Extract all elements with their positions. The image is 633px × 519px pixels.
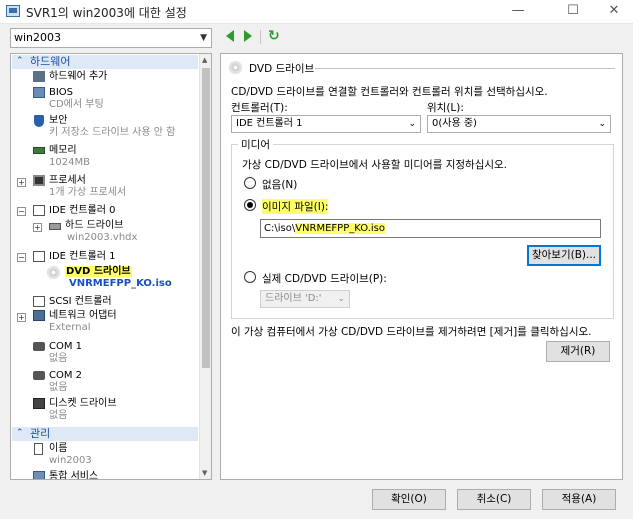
location-select[interactable]: 0(사용 중) ⌄	[427, 115, 611, 133]
tree-item-ide-controller-0[interactable]: IDE 컨트롤러 0	[33, 205, 116, 217]
cancel-button[interactable]: 취소(C)	[457, 489, 531, 510]
remove-description: 이 가상 컴퓨터에서 가상 CD/DVD 드라이브를 제거하려면 [제거]를 클…	[231, 326, 592, 338]
add-hardware-icon	[33, 71, 45, 82]
vm-selector[interactable]: win2003 ▼	[10, 28, 212, 48]
floppy-disk-icon	[33, 398, 45, 409]
physical-drive-select[interactable]: 드라이브 'D:' ⌄	[260, 290, 350, 308]
tree-scrollbar[interactable]: ▲ ▼	[199, 54, 211, 479]
serial-port-icon	[33, 371, 45, 380]
tree-item-memory[interactable]: 메모리 1024MB	[33, 145, 90, 169]
chevron-down-icon: ⌄	[408, 119, 416, 129]
tree-item-scsi-controller[interactable]: SCSI 컨트롤러	[33, 296, 112, 308]
scroll-down-arrow-icon[interactable]: ▼	[202, 469, 207, 477]
media-physical-drive-radio[interactable]	[244, 271, 256, 283]
ok-button[interactable]: 확인(O)	[372, 489, 446, 510]
tree-item-hard-drive[interactable]: 하드 드라이브 win2003.vhdx	[49, 220, 137, 244]
bios-chip-icon	[33, 87, 45, 98]
media-image-file-label[interactable]: 이미지 파일(I):	[262, 199, 329, 214]
tree-item-security[interactable]: 보안 키 저장소 드라이브 사용 안 함	[33, 115, 175, 139]
image-path-folder: C:\iso\	[264, 223, 296, 234]
tree-item-com1[interactable]: COM 1 없음	[33, 341, 82, 365]
apply-button[interactable]: 적용(A)	[542, 489, 616, 510]
media-legend: 미디어	[238, 137, 273, 152]
tree-item-processor[interactable]: 프로세서 1개 가상 프로세서	[33, 175, 126, 199]
media-image-file-radio[interactable]	[244, 199, 256, 211]
tree-item-name[interactable]: 이름 win2003	[33, 443, 92, 467]
chevron-down-icon: ⌄	[598, 119, 606, 129]
forward-arrow-icon[interactable]	[244, 30, 252, 42]
tree-item-network-adapter[interactable]: 네트워크 어댑터 External	[33, 310, 117, 334]
collapse-ide1-toggle[interactable]: −	[17, 253, 26, 262]
serial-port-icon	[33, 342, 45, 351]
image-file-path-input[interactable]: C:\iso\VNRMEFPP_KO.iso	[260, 219, 601, 238]
expand-processor-toggle[interactable]: +	[17, 178, 26, 187]
title-bar: SVR1의 win2003에 대한 설정 — ☐ ✕	[0, 0, 633, 24]
dvd-disc-icon	[47, 266, 60, 279]
collapse-ide0-toggle[interactable]: −	[17, 207, 26, 216]
tree-item-add-hardware[interactable]: 하드웨어 추가	[33, 71, 107, 83]
collapse-chevron-icon: ⌃	[16, 428, 24, 438]
shield-icon	[34, 115, 44, 127]
controller-label: 컨트롤러(T):	[231, 102, 288, 114]
location-label: 위치(L):	[427, 102, 464, 114]
tree-section-hardware[interactable]: ⌃ 하드웨어	[12, 55, 198, 69]
collapse-chevron-icon: ⌃	[16, 56, 24, 66]
expand-network-adapter-toggle[interactable]: +	[17, 313, 26, 322]
expand-harddrive-toggle[interactable]: +	[33, 223, 42, 232]
tree-item-floppy-drive[interactable]: 디스켓 드라이브 없음	[33, 398, 117, 422]
remove-button[interactable]: 제거(R)	[546, 341, 610, 362]
browse-button[interactable]: 찾아보기(B)...	[527, 245, 601, 266]
maximize-button[interactable]: ☐	[550, 0, 596, 24]
tree-scrollbar-thumb[interactable]	[202, 68, 210, 368]
media-physical-drive-label[interactable]: 실제 CD/DVD 드라이브(P):	[262, 271, 387, 286]
media-none-radio[interactable]	[244, 177, 256, 189]
name-document-icon	[34, 443, 43, 455]
network-adapter-icon	[33, 310, 45, 321]
controller-select[interactable]: IDE 컨트롤러 1 ⌄	[231, 115, 421, 133]
integration-services-icon	[33, 471, 45, 479]
settings-window-icon	[6, 5, 20, 17]
scsi-controller-icon	[33, 296, 45, 307]
refresh-icon[interactable]: ↻	[268, 28, 280, 44]
tree-item-ide-controller-1[interactable]: IDE 컨트롤러 1	[33, 251, 116, 263]
media-none-label[interactable]: 없음(N)	[262, 177, 297, 192]
tree-section-management[interactable]: ⌃ 관리	[12, 427, 198, 441]
memory-icon	[33, 147, 45, 154]
ide-controller-icon	[33, 205, 45, 216]
hard-drive-icon	[49, 223, 61, 230]
close-button[interactable]: ✕	[595, 0, 633, 24]
tree-item-dvd-drive[interactable]: DVD 드라이브 VNRMEFPP_KO.iso	[47, 266, 172, 290]
ide-controller-icon	[33, 251, 45, 262]
back-arrow-icon[interactable]	[226, 30, 234, 42]
window-title: SVR1의 win2003에 대한 설정	[26, 6, 187, 20]
minimize-button[interactable]: —	[495, 0, 541, 24]
chevron-down-icon: ▼	[200, 33, 207, 43]
navigation-toolbar: ↻	[222, 28, 622, 48]
media-group: 미디어 가상 CD/DVD 드라이브에서 사용할 미디어를 지정하십시오. 없음…	[231, 137, 614, 319]
toolbar-separator	[260, 30, 261, 44]
media-description: 가상 CD/DVD 드라이브에서 사용할 미디어를 지정하십시오.	[242, 159, 508, 171]
scroll-up-arrow-icon[interactable]: ▲	[202, 56, 207, 64]
image-path-filename: VNRMEFPP_KO.iso	[295, 223, 385, 234]
tree-item-com2[interactable]: COM 2 없음	[33, 370, 82, 394]
dvd-disc-icon	[229, 61, 242, 74]
vm-selector-value: win2003	[14, 31, 62, 44]
processor-icon	[33, 175, 45, 186]
tree-item-integration-services[interactable]: 통합 서비스	[33, 471, 98, 479]
chevron-down-icon: ⌄	[337, 294, 345, 304]
settings-tree[interactable]: ⌃ 하드웨어 하드웨어 추가 BIOS CD에서 부팅 보안 키 저장소 드라이…	[10, 53, 212, 480]
controller-description: CD/DVD 드라이브를 연결할 컨트롤러와 컨트롤러 위치를 선택하십시오.	[231, 86, 548, 98]
dvd-settings-panel: DVD 드라이브 CD/DVD 드라이브를 연결할 컨트롤러와 컨트롤러 위치를…	[220, 53, 623, 480]
heading-divider	[315, 68, 615, 69]
tree-item-bios[interactable]: BIOS CD에서 부팅	[33, 87, 104, 111]
